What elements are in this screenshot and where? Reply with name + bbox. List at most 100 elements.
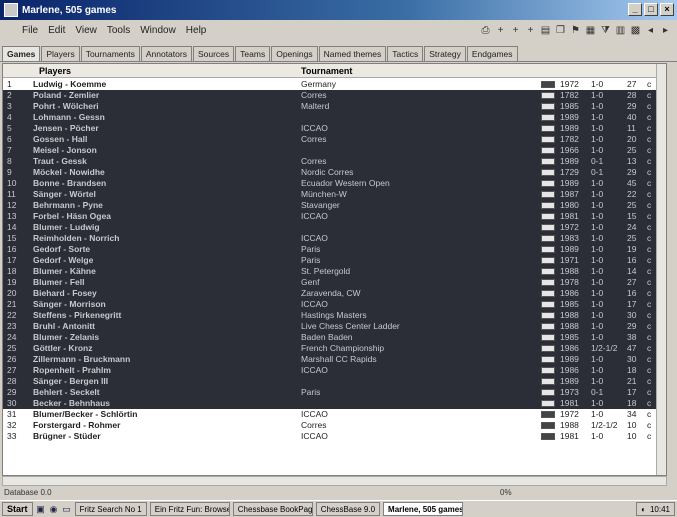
medium-icon (541, 345, 555, 352)
horizontal-scrollbar[interactable] (2, 476, 667, 486)
column-tournament[interactable]: Tournament (301, 66, 352, 76)
table-row[interactable]: 28 Sänger - Bergen III 1989 1-0 21 c (3, 376, 666, 387)
database-icon[interactable]: ▦ (585, 25, 596, 37)
close-button[interactable]: × (660, 3, 674, 16)
table-row[interactable]: 11 Sänger - Wörtel München-W 1987 1-0 22 c (3, 189, 666, 200)
year-cell: 1729 (560, 167, 579, 177)
game-list[interactable]: Players Tournament 1 Ludwig - Koemme Germa… (2, 63, 667, 476)
tab-sources[interactable]: Sources (192, 46, 235, 61)
tray-icon[interactable]: ◐ (641, 503, 646, 515)
status-bar: Database 0.0 0% (0, 487, 677, 499)
menu-help[interactable]: Help (186, 25, 207, 36)
moves-cell: 38 (627, 332, 637, 342)
table-row[interactable]: 23 Bruhl - Antonitt Live Chess Center Ladd… (3, 321, 666, 332)
result-cell: 1-0 (591, 277, 604, 287)
taskbar-item[interactable]: Marlene, 505 games (383, 502, 464, 516)
table-row[interactable]: 30 Becker - Behnhaus 1981 1-0 18 c (3, 398, 666, 409)
flag-icon[interactable]: ⚑ (570, 25, 581, 37)
result-cell: 1-0 (591, 211, 604, 221)
add-icon[interactable]: + (510, 25, 521, 37)
menu-file[interactable]: File (22, 25, 38, 36)
table-row[interactable]: 20 Biehard - Fosey Zaravenda, CW 1986 1-0 16 c (3, 288, 666, 299)
minimize-button[interactable]: _ (628, 3, 642, 16)
table-row[interactable]: 7 Meisel - Jonson 1966 1-0 25 c (3, 145, 666, 156)
database-icon[interactable]: ▤ (540, 25, 551, 37)
table-row[interactable]: 19 Blumer - Fell Genf 1978 1-0 27 c (3, 277, 666, 288)
tab-strategy[interactable]: Strategy (424, 46, 466, 61)
menu-edit[interactable]: Edit (48, 25, 65, 36)
add-icon[interactable]: + (495, 25, 506, 37)
desktop-icon[interactable]: ▣ (36, 504, 46, 514)
vertical-scrollbar[interactable] (656, 64, 666, 475)
browser-icon[interactable]: ◉ (49, 504, 59, 514)
start-button[interactable]: Start (2, 502, 33, 516)
players-cell: Blumer - Kähne (33, 266, 96, 276)
chart-icon[interactable]: ▥ (615, 25, 626, 37)
table-row[interactable]: 32 Forstergard - Rohmer Corres 1988 1/2-1/2 1… (3, 420, 666, 431)
column-players[interactable]: Players (39, 66, 71, 76)
arrow-left-icon[interactable]: ◂ (645, 25, 656, 37)
filter-icon[interactable]: ⧩ (600, 25, 611, 37)
players-cell: Becker - Behnhaus (33, 398, 110, 408)
tab-games[interactable]: Games (2, 46, 41, 61)
table-row[interactable]: 3 Pohrt - Wölcheri Malterd 1985 1-0 29 c (3, 101, 666, 112)
players-cell: Biehard - Fosey (33, 288, 97, 298)
table-row[interactable]: 29 Behlert - Seckelt Paris 1973 0-1 17 c (3, 387, 666, 398)
year-cell: 1978 (560, 277, 579, 287)
table-row[interactable]: 8 Traut - Gessk Corres 1989 0-1 13 c (3, 156, 666, 167)
tab-openings[interactable]: Openings (271, 46, 318, 61)
taskbar-item[interactable]: Chessbase BookPage 10.1 (232, 502, 313, 516)
table-row[interactable]: 18 Blumer - Kähne St. Petergold 1988 1-0 14 c (3, 266, 666, 277)
table-row[interactable]: 25 Göttler - Kronz French Championship 1986… (3, 343, 666, 354)
players-cell: Gedorf - Welge (33, 255, 94, 265)
table-row[interactable]: 6 Gossen - Hall Corres 1782 1-0 20 c (3, 134, 666, 145)
row-number: 1 (7, 79, 12, 89)
menu-tools[interactable]: Tools (107, 25, 130, 36)
tab-named-themes[interactable]: Named themes (318, 46, 387, 61)
table-row[interactable]: 33 Brügner - Stüder ICCAO 1981 1-0 10 c (3, 431, 666, 442)
table-row[interactable]: 21 Sänger - Morrison ICCAO 1985 1-0 17 c (3, 299, 666, 310)
players-cell: Blumer - Zelanis (33, 332, 100, 342)
menu-view[interactable]: View (75, 25, 97, 36)
tab-teams[interactable]: Teams (235, 46, 271, 61)
table-row[interactable]: 26 Zillermann - Bruckmann Marshall CC Rapi… (3, 354, 666, 365)
tab-tactics[interactable]: Tactics (387, 46, 424, 61)
taskbar-item[interactable]: Fritz Search No 1 (74, 502, 147, 516)
table-row[interactable]: 15 Reimholden - Norrich ICCAO 1983 1-0 25 c (3, 233, 666, 244)
result-cell: 1-0 (591, 90, 604, 100)
print-icon[interactable]: ⎙ (480, 25, 491, 37)
table-row[interactable]: 17 Gedorf - Welge Paris 1971 1-0 16 c (3, 255, 666, 266)
taskbar-item[interactable]: ChessBase 9.0 (315, 502, 381, 516)
table-row[interactable]: 10 Bonne - Brandsen Ecuador Western Open 19… (3, 178, 666, 189)
tab-players[interactable]: Players (41, 46, 80, 61)
table-row[interactable]: 22 Steffens - Pirkenegritt Hastings Master… (3, 310, 666, 321)
result-cell: 1-0 (591, 112, 604, 122)
board-icon[interactable]: ▩ (630, 25, 641, 37)
arrow-right-icon[interactable]: ▸ (660, 25, 671, 37)
taskbar-item[interactable]: Ein Fritz Fun: Browser (149, 502, 230, 516)
table-row[interactable]: 12 Behrmann - Pyne Stavanger 1980 1-0 25 c (3, 200, 666, 211)
tab-annotators[interactable]: Annotators (140, 46, 192, 61)
table-row[interactable]: 13 Forbel - Häsn Ogea ICCAO 1981 1-0 15 c (3, 211, 666, 222)
table-row[interactable]: 5 Jensen - Pöcher ICCAO 1989 1-0 11 c (3, 123, 666, 134)
table-row[interactable]: 24 Blumer - Zelanis Baden Baden 1985 1-0 38 c (3, 332, 666, 343)
copy-icon[interactable]: ❐ (555, 25, 566, 37)
moves-cell: 28 (627, 90, 637, 100)
maximize-button[interactable]: □ (644, 3, 658, 16)
tab-endgames[interactable]: Endgames (466, 46, 518, 61)
table-row[interactable]: 9 Möckel - Nowidhe Nordic Corres 1729 0-1 29 c (3, 167, 666, 178)
table-row[interactable]: 2 Poland - Zemlier Corres 1782 1-0 28 c (3, 90, 666, 101)
table-row[interactable]: 31 Blumer/Becker - Schlörtin ICCAO 1972 1-0 3… (3, 409, 666, 420)
table-row[interactable]: 14 Blumer - Ludwig 1972 1-0 24 c (3, 222, 666, 233)
folder-icon[interactable]: ▭ (62, 504, 72, 514)
result-cell: 1-0 (591, 354, 604, 364)
table-row[interactable]: 16 Gedorf - Sorte Paris 1989 1-0 19 c (3, 244, 666, 255)
tournament-cell: ICCAO (301, 211, 328, 221)
table-row[interactable]: 1 Ludwig - Koemme Germany 1972 1-0 27 c (3, 79, 666, 90)
menu-window[interactable]: Window (140, 25, 176, 36)
table-row[interactable]: 27 Ropenhelt - Prahlm ICCAO 1986 1-0 18 c (3, 365, 666, 376)
add-icon[interactable]: + (525, 25, 536, 37)
tab-tournaments[interactable]: Tournaments (80, 46, 140, 61)
table-row[interactable]: 4 Lohmann - Gessn 1989 1-0 40 c (3, 112, 666, 123)
players-cell: Sänger - Wörtel (33, 189, 96, 199)
